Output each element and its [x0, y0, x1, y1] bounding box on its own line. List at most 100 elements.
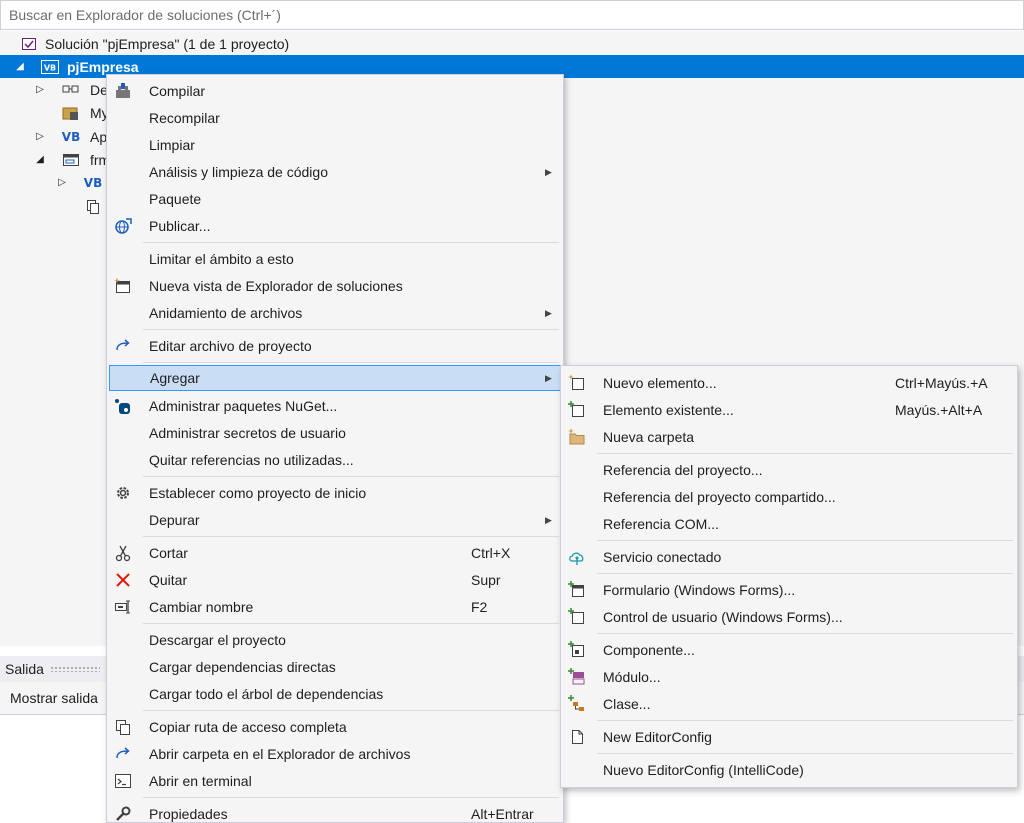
vb-file-icon: VB [61, 129, 81, 144]
menu-item-cargar-dependencias[interactable]: Cargar dependencias directas [109, 654, 561, 680]
new-item-icon [567, 373, 587, 393]
submenu-item-servicio-conectado[interactable]: Servicio conectado [563, 544, 1015, 570]
submenu-item-nuevo-elemento[interactable]: Nuevo elemento... Ctrl+Mayús.+A [563, 370, 1015, 396]
show-output-label: Mostrar salida [10, 690, 98, 706]
add-class-icon [567, 694, 587, 714]
menu-item-label: Control de usuario (Windows Forms)... [603, 609, 843, 625]
menu-separator [143, 362, 559, 363]
menu-item-depurar[interactable]: Depurar ▶ [109, 507, 561, 533]
menu-item-propiedades[interactable]: Propiedades Alt+Entrar [109, 801, 561, 823]
menu-item-nuget[interactable]: Administrar paquetes NuGet... [109, 393, 561, 419]
vb-project-icon: VB [41, 59, 59, 75]
menu-item-label: Administrar paquetes NuGet... [149, 398, 338, 414]
tree-item-label: Ap [90, 128, 108, 145]
submenu-arrow-icon: ▶ [545, 307, 552, 318]
menu-item-editar-proyecto[interactable]: Editar archivo de proyecto [109, 333, 561, 359]
menu-item-shortcut: Ctrl+Mayús.+A [895, 375, 988, 391]
menu-item-label: New EditorConfig [603, 729, 712, 745]
menu-separator [597, 453, 1013, 454]
menu-item-label: Paquete [149, 191, 202, 207]
menu-item-descargar-proyecto[interactable]: Descargar el proyecto [109, 627, 561, 653]
menu-item-nueva-vista[interactable]: Nueva vista de Explorador de soluciones [109, 273, 561, 299]
menu-separator [143, 536, 559, 537]
submenu-item-new-editorconfig[interactable]: New EditorConfig [563, 724, 1015, 750]
menu-separator [143, 710, 559, 711]
menu-item-shortcut: Mayús.+Alt+A [895, 402, 983, 418]
menu-item-label: Quitar [149, 572, 188, 588]
submenu-item-referencia-proyecto[interactable]: Referencia del proyecto... [563, 457, 1015, 483]
submenu-item-componente[interactable]: Componente... [563, 637, 1015, 663]
menu-item-limitar-ambito[interactable]: Limitar el ámbito a esto [109, 246, 561, 272]
submenu-item-elemento-existente[interactable]: Elemento existente... Mayús.+Alt+A [563, 397, 1015, 423]
collapsed-arrow-icon[interactable]: ▷ [56, 177, 68, 188]
add-component-icon [567, 640, 587, 660]
submenu-arrow-icon: ▶ [545, 514, 552, 525]
menu-item-quitar[interactable]: Quitar Supr [109, 567, 561, 593]
menu-item-proyecto-inicio[interactable]: Establecer como proyecto de inicio [109, 480, 561, 506]
collapsed-arrow-icon[interactable]: ▷ [34, 131, 46, 142]
menu-item-label: Nueva carpeta [603, 429, 695, 445]
svg-text:VB: VB [44, 63, 56, 72]
expanded-arrow-icon[interactable]: ◢ [34, 154, 46, 165]
submenu-arrow-icon: ▶ [545, 372, 552, 383]
menu-item-cambiar-nombre[interactable]: Cambiar nombre F2 [109, 594, 561, 620]
menu-item-analisis[interactable]: Análisis y limpieza de código ▶ [109, 159, 561, 185]
solution-explorer-search-input[interactable]: Buscar en Explorador de soluciones (Ctrl… [0, 0, 1024, 30]
redo-arrow-icon [113, 336, 133, 356]
menu-separator [143, 797, 559, 798]
submenu-item-referencia-com[interactable]: Referencia COM... [563, 511, 1015, 537]
menu-item-label: Publicar... [149, 218, 211, 234]
menu-item-compilar[interactable]: Compilar [109, 78, 561, 104]
submenu-item-referencia-compartido[interactable]: Referencia del proyecto compartido... [563, 484, 1015, 510]
menu-separator [597, 573, 1013, 574]
menu-item-secretos[interactable]: Administrar secretos de usuario [109, 420, 561, 446]
menu-item-label: Establecer como proyecto de inicio [149, 485, 367, 501]
collapsed-arrow-icon[interactable]: ▷ [34, 84, 46, 95]
menu-item-paquete[interactable]: Paquete [109, 186, 561, 212]
menu-item-label: Elemento existente... [603, 402, 734, 418]
submenu-item-formulario[interactable]: Formulario (Windows Forms)... [563, 577, 1015, 603]
solution-icon [20, 36, 38, 52]
menu-item-quitar-referencias[interactable]: Quitar referencias no utilizadas... [109, 447, 561, 473]
menu-item-publicar[interactable]: Publicar... [109, 213, 561, 239]
menu-item-label: Compilar [149, 83, 206, 99]
submenu-item-control-usuario[interactable]: Control de usuario (Windows Forms)... [563, 604, 1015, 630]
menu-item-label: Anidamiento de archivos [149, 305, 303, 321]
submenu-item-nueva-carpeta[interactable]: Nueva carpeta [563, 424, 1015, 450]
tree-row-solution[interactable]: Solución "pjEmpresa" (1 de 1 proyecto) [0, 32, 1024, 55]
menu-item-anidamiento[interactable]: Anidamiento de archivos ▶ [109, 300, 561, 326]
menu-item-label: Cortar [149, 545, 188, 561]
submenu-arrow-icon: ▶ [545, 166, 552, 177]
menu-item-abrir-terminal[interactable]: Abrir en terminal [109, 768, 561, 794]
menu-item-cortar[interactable]: Cortar Ctrl+X [109, 540, 561, 566]
gear-icon [113, 483, 133, 503]
menu-item-limpiar[interactable]: Limpiar [109, 132, 561, 158]
menu-item-label: Referencia COM... [603, 516, 719, 532]
redo-arrow-icon [113, 744, 133, 764]
menu-item-abrir-carpeta[interactable]: Abrir carpeta en el Explorador de archiv… [109, 741, 561, 767]
menu-item-shortcut: Supr [471, 572, 501, 588]
menu-item-recompilar[interactable]: Recompilar [109, 105, 561, 131]
submenu-item-nuevo-editorconfig-intellicode[interactable]: Nuevo EditorConfig (IntelliCode) [563, 757, 1015, 783]
nuget-icon [113, 396, 133, 416]
resource-file-icon [84, 199, 102, 215]
new-folder-icon [567, 427, 587, 447]
drag-grip-icon [49, 666, 100, 672]
menu-item-label: Clase... [603, 696, 651, 712]
delete-x-icon [113, 570, 133, 590]
submenu-item-clase[interactable]: Clase... [563, 691, 1015, 717]
menu-separator [143, 242, 559, 243]
vb-file-icon: VB [83, 175, 103, 190]
add-existing-item-icon [567, 400, 587, 420]
menu-item-cargar-arbol[interactable]: Cargar todo el árbol de dependencias [109, 681, 561, 707]
menu-item-label: Cargar dependencias directas [149, 659, 336, 675]
menu-item-label: Administrar secretos de usuario [149, 425, 346, 441]
menu-separator [597, 753, 1013, 754]
menu-item-agregar[interactable]: Agregar ▶ [109, 365, 561, 391]
expanded-arrow-icon[interactable]: ◢ [14, 61, 26, 72]
publish-globe-icon [113, 216, 133, 236]
menu-item-copiar-ruta[interactable]: Copiar ruta de acceso completa [109, 714, 561, 740]
my-project-icon [62, 105, 80, 121]
submenu-item-modulo[interactable]: Módulo... [563, 664, 1015, 690]
scissors-icon [113, 543, 133, 563]
